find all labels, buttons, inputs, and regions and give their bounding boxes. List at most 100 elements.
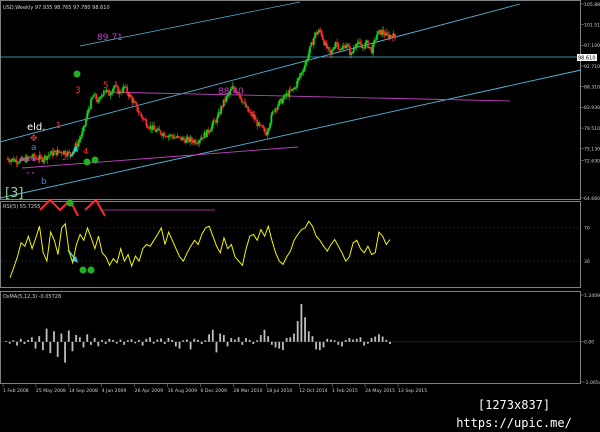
- rsi-level-label: 70: [584, 226, 590, 232]
- wave-label-1: 1: [56, 121, 61, 130]
- osma-bar: [119, 339, 122, 342]
- osma-bar: [97, 341, 100, 347]
- wave-label-2: 2: [62, 153, 67, 162]
- osma-bar: [138, 339, 140, 342]
- rsi-title: RSI(5) 55.7255: [3, 204, 40, 210]
- green-dot-marker: [83, 158, 91, 166]
- candle-body: [297, 78, 300, 81]
- osma-bar: [359, 337, 362, 342]
- x-tick-label: 25 May 2008: [36, 388, 66, 394]
- osma-bar: [270, 341, 273, 345]
- osma-bar: [222, 335, 225, 342]
- osma-bar: [204, 340, 207, 342]
- candle-body: [110, 92, 113, 95]
- osma-bar: [171, 339, 174, 342]
- wave-label-5: 5: [103, 81, 109, 91]
- candle-body: [320, 30, 323, 37]
- osma-bar: [315, 341, 318, 350]
- candle-body: [382, 29, 385, 34]
- osma-bar: [174, 341, 177, 347]
- osma-bar: [363, 341, 366, 346]
- osma-bar: [352, 339, 354, 342]
- osma-bar: [141, 341, 144, 346]
- osma-bar: [71, 341, 74, 352]
- candle-body: [97, 99, 100, 103]
- candle-body: [303, 65, 306, 71]
- osma-bar: [108, 338, 111, 342]
- main-chart-title: USD,Weekly 97.935 98.765 97.780 98.610: [3, 5, 110, 11]
- osma-bar: [200, 341, 203, 345]
- candle-body: [83, 125, 86, 128]
- candle-body: [301, 71, 304, 74]
- candle-body: [57, 149, 60, 152]
- osma-bar: [333, 340, 336, 342]
- x-tick-label: 13 Sep 2015: [398, 388, 427, 394]
- candle-body: [386, 32, 389, 35]
- osma-bar: [167, 338, 170, 342]
- osma-bar: [193, 338, 196, 342]
- candle-body: [88, 108, 91, 110]
- candle-body: [266, 131, 269, 136]
- osma-bar: [145, 338, 148, 342]
- x-tick-label: 12 Oct 2014: [299, 388, 327, 394]
- candle-body: [376, 34, 378, 40]
- price-tick-label: 105.880: [584, 2, 600, 8]
- candle-body: [15, 159, 18, 163]
- osma-bar: [86, 334, 89, 342]
- candle-body: [199, 139, 202, 141]
- candle-body: [261, 125, 264, 128]
- osma-bar: [75, 335, 78, 342]
- candle-body: [130, 94, 132, 98]
- candle-body: [216, 117, 219, 123]
- osma-bar: [5, 341, 7, 342]
- candle-body: [333, 47, 336, 50]
- candle-body: [91, 97, 94, 100]
- candle-body: [7, 158, 10, 161]
- candle-body: [185, 138, 188, 143]
- wave-label-4: 4: [83, 147, 88, 156]
- candle-body: [267, 128, 270, 132]
- candle-body: [278, 100, 280, 106]
- candle-body: [198, 140, 201, 144]
- candle-body: [262, 127, 265, 129]
- rsi-panel-frame: [0, 201, 581, 288]
- candle-body: [182, 137, 185, 140]
- candle-body: [221, 106, 224, 107]
- candle-body: [112, 88, 114, 93]
- osma-bar: [27, 339, 30, 342]
- osma-panel: [1, 304, 580, 363]
- price-tick-label: 92.710: [584, 64, 600, 70]
- osma-bar: [256, 340, 258, 342]
- candle-body: [330, 50, 333, 55]
- x-tick-label: 1 Feb 2015: [332, 388, 358, 394]
- candle-body: [328, 47, 331, 51]
- osma-bar: [370, 338, 373, 342]
- rsi-green-dot: [79, 266, 87, 274]
- channel-lines: [0, 1, 582, 199]
- osma-bar: [156, 339, 159, 342]
- candle-body: [258, 122, 261, 126]
- osma-bar: [126, 340, 129, 342]
- osma-bar: [152, 341, 155, 344]
- candle-body: [190, 137, 193, 141]
- x-tick-label: 26 Apr 2009: [135, 388, 163, 394]
- osma-bar: [234, 339, 236, 342]
- price-tick-label: 72.630: [584, 158, 600, 164]
- cross-marker-icon: ✥: [30, 134, 38, 144]
- price-tick-label: 83.930: [584, 105, 600, 111]
- candle-body: [46, 156, 49, 160]
- candles: [6, 26, 396, 168]
- osma-bar: [267, 336, 270, 342]
- candle-body: [84, 119, 87, 126]
- annotation-eld: eld.: [27, 122, 45, 133]
- osma-bar: [348, 338, 351, 342]
- osma-bar: [381, 336, 384, 342]
- osma-bar: [134, 341, 137, 344]
- candle-body: [309, 46, 311, 54]
- candle-body: [209, 129, 212, 132]
- x-tick-label: 6 Dec 2009: [201, 388, 228, 394]
- price-tick-label: 75.130: [584, 147, 600, 153]
- osma-bar: [149, 337, 151, 342]
- osma-bar: [341, 341, 343, 347]
- osma-bar: [78, 337, 81, 342]
